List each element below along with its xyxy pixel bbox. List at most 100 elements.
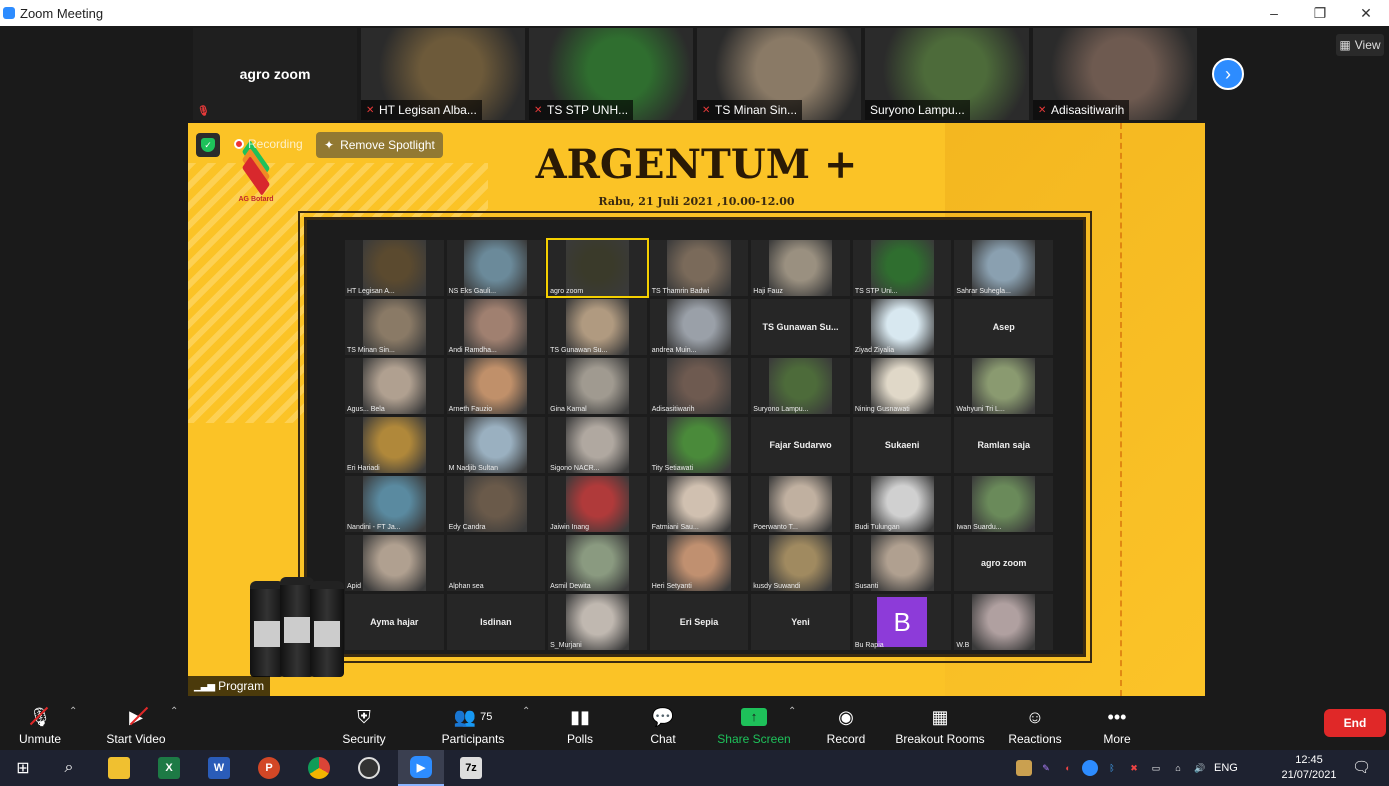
self-tile-name: agro zoom (239, 66, 311, 82)
shared-screen: AG Botard ✓ Recording ✦ Remove Spotlight… (188, 123, 1205, 696)
mic-muted-icon: 🎙 (28, 706, 52, 727)
notification-icon[interactable]: 🗨 (1352, 758, 1374, 778)
start-video-label: Start Video (106, 732, 166, 746)
gallery-tile: Adisasitiwarih (649, 358, 749, 414)
zoom-taskbar-icon[interactable]: ▶ (398, 750, 444, 786)
participant-name: Nining Gusnawati (854, 406, 910, 413)
close-button[interactable]: ✕ (1343, 0, 1389, 26)
clock-date: 21/07/2021 (1281, 769, 1337, 781)
mic-muted-icon: ✕ (366, 104, 375, 116)
audio-options-icon[interactable]: ⌃ (69, 706, 77, 717)
participant-thumbnail[interactable]: Suryono Lampu... (865, 28, 1029, 120)
participant-video (870, 535, 934, 591)
gallery-tile: Nining Gusnawati (852, 358, 952, 414)
gallery-grid: HT Legisan A... NS Eks Gauli... agro zoom T… (345, 238, 1053, 650)
gallery-tile: B Bu Rapia (852, 594, 952, 650)
tray-alert-icon[interactable]: ✖ (1126, 760, 1142, 776)
participant-name: Eri Hariadi (347, 465, 380, 472)
program-tag: ▁▃▅ Program (188, 676, 271, 696)
chat-button[interactable]: 💬 Chat (645, 700, 681, 747)
network-icon[interactable]: ⌂ (1170, 760, 1186, 776)
obs-icon[interactable] (346, 750, 392, 786)
file-explorer-icon[interactable] (96, 750, 142, 786)
participants-button[interactable]: 👥 75 Participants (436, 700, 510, 747)
tray-zoom-icon[interactable] (1082, 760, 1098, 776)
gallery-tile: TS Gunawan Su... (548, 299, 647, 355)
participant-thumbnail[interactable]: ✕ HT Legisan Alba... (361, 28, 525, 120)
participant-name: Suryono Lampu... (870, 103, 965, 117)
gallery-tile: andrea Muin... (649, 299, 749, 355)
windows-start-icon[interactable]: ⊞ (0, 750, 46, 786)
minimize-button[interactable]: – (1251, 0, 1297, 26)
participant-thumbnail[interactable]: ✕ Adisasitiwarih (1033, 28, 1197, 120)
share-options-icon[interactable]: ⌃ (788, 706, 796, 717)
participant-name: Nandini - FT Ja... (347, 524, 401, 531)
gallery-tile: Alphan sea (446, 535, 546, 591)
end-meeting-button[interactable]: End (1324, 709, 1386, 737)
participant-name: Susanti (854, 583, 879, 590)
video-options-icon[interactable]: ⌃ (170, 706, 178, 717)
sevenzip-icon[interactable]: 7z (448, 750, 494, 786)
gallery-tile: Budi Tulungan (852, 476, 952, 532)
gallery-tile: Gina Kamal (548, 358, 647, 414)
reactions-icon: ☺ (1025, 706, 1045, 727)
participant-thumbnail[interactable]: ✕ TS STP UNH... (529, 28, 693, 120)
security-button[interactable]: ⛨ Security (336, 700, 392, 747)
mic-muted-icon: ✕ (534, 104, 543, 116)
chat-label: Chat (650, 732, 676, 746)
unmute-button[interactable]: 🎙 Unmute (12, 700, 68, 747)
reactions-button[interactable]: ☺ Reactions (1006, 700, 1064, 747)
excel-icon[interactable]: X (146, 750, 192, 786)
grid-icon: ▦ (1339, 38, 1351, 52)
gallery-tile: Ziyad Ziyalia (852, 299, 952, 355)
polls-icon: ▮▮ (570, 706, 590, 727)
gallery-tile: S_Murjani (548, 594, 647, 650)
next-page-icon[interactable]: › (1212, 58, 1244, 90)
language-indicator[interactable]: ENG (1214, 762, 1238, 774)
gallery-tile: Ayma hajar (345, 594, 444, 650)
tray-pen-icon[interactable]: ✎ (1038, 760, 1054, 776)
breakout-rooms-button[interactable]: ▦ Breakout Rooms (894, 700, 986, 747)
reactions-label: Reactions (1008, 732, 1062, 746)
battery-icon[interactable]: ▭ (1148, 760, 1164, 776)
gallery-tile: HT Legisan A... (345, 240, 444, 296)
search-icon[interactable]: ⌕ (46, 750, 92, 786)
polls-button[interactable]: ▮▮ Polls (560, 700, 600, 747)
tray-shield-icon[interactable]: ◐ (1060, 760, 1076, 776)
gallery-tile: Asmil Dewita (548, 535, 647, 591)
participant-video (972, 594, 1036, 650)
bluetooth-icon[interactable]: ᛒ (1104, 760, 1120, 776)
participant-name: TS STP UNH... (547, 103, 629, 117)
gallery-tile: Heri Setyanti (649, 535, 749, 591)
restore-button[interactable]: ❐ (1297, 0, 1343, 26)
tray-app-icon[interactable] (1016, 760, 1032, 776)
presentation-subtitle: Rabu, 21 Juli 2021 ,10.00-12.00 (598, 195, 795, 208)
view-button[interactable]: ▦ View (1336, 34, 1384, 56)
start-video-button[interactable]: ▶ Start Video (100, 700, 172, 747)
breakout-rooms-label: Breakout Rooms (895, 732, 985, 746)
powerpoint-icon[interactable]: P (246, 750, 292, 786)
self-video-tile[interactable]: agro zoom 🎙 (193, 28, 357, 120)
participant-name: Apid (347, 583, 362, 590)
clock-time: 12:45 (1295, 754, 1323, 766)
more-button[interactable]: ••• More (1098, 700, 1136, 747)
participant-name: Tity Setiawati (651, 465, 694, 472)
participant-name: Wahyuni Tri L... (956, 406, 1005, 413)
record-label: Record (826, 732, 866, 746)
record-button[interactable]: ◉ Record (824, 700, 868, 747)
participant-name: Poerwanto T... (753, 524, 798, 531)
participant-thumbnail[interactable]: ✕ TS Minan Sin... (697, 28, 861, 120)
share-screen-button[interactable]: ↑ Share Screen (716, 700, 792, 746)
chrome-icon[interactable] (296, 750, 342, 786)
participant-name: NS Eks Gauli... (448, 288, 497, 295)
taskbar-clock[interactable]: 12:45 21/07/2021 (1274, 753, 1344, 783)
presentation-title: ARGENTUM + (535, 141, 858, 188)
participant-name: Sukaeni (884, 440, 920, 450)
volume-icon[interactable]: 🔊 (1192, 760, 1208, 776)
participants-options-icon[interactable]: ⌃ (522, 706, 530, 717)
word-icon[interactable]: W (196, 750, 242, 786)
participant-video (362, 535, 426, 591)
gallery-tile: Ramlan saja (954, 417, 1053, 473)
window-title: Zoom Meeting (20, 5, 104, 21)
share-screen-label: Share Screen (717, 732, 791, 746)
